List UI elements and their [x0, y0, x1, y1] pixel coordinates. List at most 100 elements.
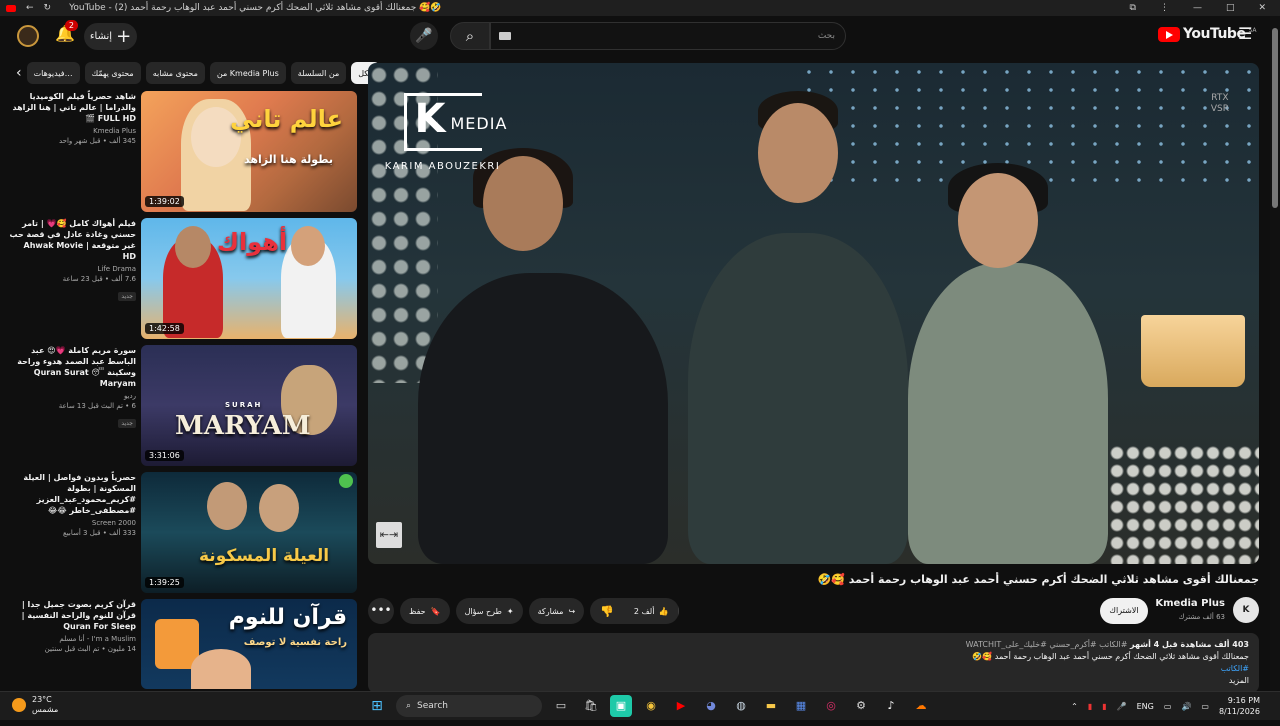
ask-label: طرح سؤال	[464, 606, 502, 616]
view-info: 6 • تم البث قبل 13 ساعة	[58, 402, 136, 410]
minimize-button[interactable]: —	[1193, 3, 1202, 13]
channel-name[interactable]: رديو	[8, 392, 136, 400]
taskbar-apps: ⊞ ⌕ Search ▭ 🛍 ▣ ◉ ▶ ◕ ◍ ▬ ▦ ◎ ⚙ ♪ ☁	[366, 695, 932, 717]
scrollbar-thumb[interactable]	[1272, 28, 1278, 208]
maximize-button[interactable]: □	[1226, 3, 1235, 13]
tiktok-icon[interactable]: ♪	[880, 695, 902, 717]
reload-icon[interactable]: ↻	[44, 3, 52, 13]
chip-for-you[interactable]: محتوى يهمّك	[84, 62, 141, 84]
account-avatar[interactable]	[17, 25, 39, 47]
windows-start-icon[interactable]: ⊞	[366, 695, 388, 717]
video-thumbnail[interactable]: SURAH MARYAM 3:31:06	[141, 345, 357, 466]
like-button[interactable]: 2 ألف 👍	[624, 598, 680, 624]
hashtag-link[interactable]: #الكاتب	[378, 663, 1249, 675]
tray-app-icon[interactable]: ▮	[1088, 702, 1092, 711]
channel-name[interactable]: Kmedia Plus	[1155, 598, 1225, 609]
view-info: 345 ألف • قبل شهر واحد	[58, 137, 136, 145]
views: 345 ألف	[109, 137, 136, 145]
instagram-icon[interactable]: ◎	[820, 695, 842, 717]
video-thumbnail[interactable]: عالم تاني بطولة هنا الزاهد 1:39:02	[141, 91, 357, 212]
video-thumbnail[interactable]: أهواك 1:42:58	[141, 218, 357, 339]
file-explorer-icon[interactable]: ▬	[760, 695, 782, 717]
ask-button[interactable]: طرح سؤال ✦	[455, 598, 523, 624]
close-button[interactable]: ✕	[1258, 3, 1266, 13]
subscribe-button[interactable]: الاشتراك	[1100, 598, 1148, 624]
video-actions: ••• حفظ 🔖 طرح سؤال ✦ مشاركة ↪ 👎 2 ألف 👍	[368, 598, 680, 624]
related-filter-chips: ‹ فيديوهات… محتوى يهمّك محتوى مشابه من K…	[16, 62, 381, 84]
voice-search-button[interactable]: 🎤	[410, 22, 438, 50]
channel-name[interactable]: Screen 2000	[8, 519, 136, 527]
dislike-button[interactable]: 👎	[590, 598, 624, 624]
battery-icon[interactable]: ▭	[1201, 702, 1209, 711]
thumb-subtitle: بطولة هنا الزاهد	[244, 153, 333, 166]
video-frame-person	[418, 273, 668, 564]
recommendation-item[interactable]: عالم تاني بطولة هنا الزاهد 1:39:02 شاهد …	[8, 91, 358, 218]
video-thumbnail[interactable]: العيلة المسكونة 1:39:25	[141, 472, 357, 593]
steam-icon[interactable]: ◍	[730, 695, 752, 717]
weather-widget[interactable]: 23°C مشمس	[12, 695, 58, 715]
search-button[interactable]: ⌕	[450, 22, 490, 50]
volume-icon[interactable]: 🔊	[1181, 702, 1191, 711]
description-text: جمعنالك أقوى مشاهد ثلاثي الضحك أكرم حسني…	[972, 652, 1249, 661]
chip-from-series[interactable]: من السلسلة	[290, 62, 347, 84]
channel-name[interactable]: Life Drama	[8, 265, 136, 273]
more-actions-button[interactable]: •••	[368, 598, 394, 624]
chevron-up-icon[interactable]: ⌃	[1071, 702, 1078, 711]
channel-avatar[interactable]: K	[1233, 597, 1259, 623]
channel-name[interactable]: I'm a Muslim - أنا مسلم	[8, 635, 136, 643]
collapse-chat-icon[interactable]: ⇤⇥	[376, 522, 402, 548]
network-icon[interactable]: ▭	[1164, 702, 1172, 711]
hamburger-menu-icon[interactable]: ☰	[1238, 24, 1252, 43]
age: قبل 23 ساعة	[62, 275, 103, 283]
save-label: حفظ	[409, 606, 426, 616]
discord-icon[interactable]: ◕	[700, 695, 722, 717]
temperature: 23°C	[32, 695, 52, 704]
language-indicator[interactable]: ENG	[1137, 702, 1154, 711]
share-button[interactable]: مشاركة ↪	[528, 598, 585, 624]
views: 333 ألف	[109, 529, 136, 537]
video-frame-person	[908, 263, 1108, 564]
chevron-left-icon[interactable]: ‹	[16, 65, 22, 81]
video-title[interactable]: فيلم أهواك كامل 🥰💗 | تامر حسني وغادة عاد…	[8, 218, 136, 262]
back-icon[interactable]: ←	[26, 3, 34, 13]
video-title[interactable]: شاهد حصرياً فيلم الكوميديا والدراما | عا…	[8, 91, 137, 124]
soundcloud-icon[interactable]: ☁	[910, 695, 932, 717]
show-more[interactable]: المزيد	[378, 675, 1249, 687]
editor-icon[interactable]: ▦	[790, 695, 812, 717]
app-icon[interactable]: ▣	[610, 695, 632, 717]
clock[interactable]: 9:16 PM 8/11/2026	[1219, 695, 1260, 717]
keyboard-icon[interactable]	[499, 32, 511, 40]
video-title[interactable]: سورة مريم كاملة 💗😍 عبد الباسط عبد الصمد …	[8, 345, 136, 389]
video-thumbnail[interactable]: قرآن للنوم راحة نفسية لا توصف	[141, 599, 357, 689]
taskbar-search[interactable]: ⌕ Search	[396, 695, 542, 717]
search-input[interactable]: بحث	[490, 22, 846, 50]
notification-badge: 2	[64, 20, 78, 31]
notifications-button[interactable]: 🔔 2	[54, 20, 78, 46]
extensions-icon[interactable]: ⧉	[1130, 3, 1136, 13]
video-title[interactable]: قرآن كريم بصوت جميل جدا | قرآن للنوم وال…	[8, 599, 136, 632]
channel-name[interactable]: Kmedia Plus	[8, 127, 136, 135]
youtube-app-icon[interactable]: ▶	[670, 695, 692, 717]
kebab-menu-icon[interactable]: ⋮	[1160, 3, 1169, 13]
mic-icon: 🎤	[415, 28, 433, 44]
chip-more[interactable]: فيديوهات…	[26, 62, 80, 84]
tray-app-icon[interactable]: ▮	[1102, 702, 1106, 711]
create-button[interactable]: إنشاء +	[84, 23, 137, 50]
chrome-icon[interactable]: ◉	[640, 695, 662, 717]
save-button[interactable]: حفظ 🔖	[400, 598, 450, 624]
chip-related[interactable]: محتوى مشابه	[145, 62, 205, 84]
thumb-title: MARYAM	[175, 411, 311, 441]
description-box[interactable]: 403 ألف مشاهدة قبل 4 أشهر #الكاتب #أكرم_…	[368, 633, 1259, 693]
recommendation-item[interactable]: SURAH MARYAM 3:31:06 سورة مريم كاملة 💗😍 …	[8, 345, 358, 472]
kmedia-watermark: K MEDIA KARIM ABOUZEKRI	[380, 93, 506, 172]
mic-icon[interactable]: 🎤	[1117, 702, 1127, 711]
store-icon[interactable]: 🛍	[580, 695, 602, 717]
recommendation-item[interactable]: العيلة المسكونة 1:39:25 حصرياً وبدون فوا…	[8, 472, 358, 599]
video-player[interactable]: K MEDIA KARIM ABOUZEKRI RTX VSR ⇤⇥	[368, 63, 1259, 564]
settings-icon[interactable]: ⚙	[850, 695, 872, 717]
task-view-icon[interactable]: ▭	[550, 695, 572, 717]
page-scrollbar[interactable]	[1270, 16, 1280, 696]
chip-from-channel[interactable]: من Kmedia Plus	[209, 62, 286, 84]
video-title[interactable]: حصرياً وبدون فواصل | العيلة المسكونة | ب…	[8, 472, 136, 516]
recommendation-item[interactable]: أهواك 1:42:58 فيلم أهواك كامل 🥰💗 | تامر …	[8, 218, 358, 345]
